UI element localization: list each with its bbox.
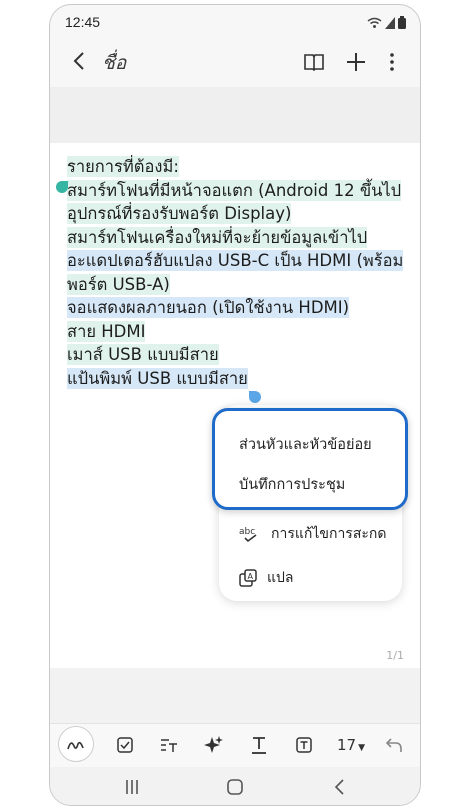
note-line: รายการที่ต้องมี:: [67, 156, 179, 177]
spell-check-icon: abc: [239, 527, 257, 543]
page-bottom-band: [50, 668, 420, 723]
note-line: สมาร์ทโฟนที่มีหน้าจอแตก (Android 12 ขึ้น…: [67, 179, 402, 201]
app-bar: ชื่อ: [50, 39, 420, 87]
undo-button[interactable]: [383, 734, 405, 756]
checkbox-icon: [117, 737, 133, 753]
note-line: สาย HDMI: [67, 320, 146, 342]
text-box-button[interactable]: [293, 734, 315, 756]
note-line: เมาส์ USB แบบมีสาย: [67, 344, 219, 365]
add-icon[interactable]: [344, 50, 368, 74]
text-box-icon: [296, 737, 312, 753]
popup-item-headings[interactable]: ส่วนหัวและหัวข้อย่อย: [239, 433, 372, 456]
signal-icon: [385, 16, 395, 29]
more-options-icon[interactable]: [380, 50, 404, 74]
menu-label: แปล: [267, 570, 294, 586]
page-indicator: 1/1: [386, 649, 404, 662]
text-format-button[interactable]: [248, 734, 270, 756]
menu-item-translate[interactable]: A แปล: [239, 567, 294, 589]
note-line: พอร์ต USB-A): [67, 273, 170, 295]
note-line: แป้นพิมพ์ USB แบบมีสาย: [67, 367, 248, 389]
note-line: อะแดปเตอร์ฮับแปลง USB-C เป็น HDMI (พร้อม: [67, 250, 404, 271]
undo-icon: [385, 738, 402, 752]
font-size-selector[interactable]: 17 ▼: [337, 736, 365, 754]
home-icon[interactable]: [225, 777, 245, 797]
svg-text:A: A: [248, 572, 254, 581]
pen-tool-button[interactable]: [58, 726, 94, 762]
sparkle-icon: [204, 736, 223, 753]
book-icon[interactable]: [302, 50, 326, 74]
pen-icon: [67, 741, 84, 750]
phone-frame: 12:45 ชื่อ รายการที่ต้องมี: สมาร์ทโฟนที่…: [49, 4, 421, 806]
svg-text:abc: abc: [239, 527, 255, 537]
wifi-icon: [367, 17, 382, 28]
selection-handle-start[interactable]: [56, 181, 68, 193]
back-nav-icon[interactable]: [330, 777, 350, 797]
status-time: 12:45: [65, 14, 101, 30]
header-band: [50, 87, 420, 143]
recent-apps-icon[interactable]: [122, 777, 142, 797]
back-icon[interactable]: [68, 49, 92, 73]
status-icons: [367, 16, 406, 29]
selection-handle-end[interactable]: [249, 391, 261, 403]
note-title[interactable]: ชื่อ: [102, 48, 126, 78]
translate-icon: A: [239, 569, 257, 587]
text-style-icon: [161, 739, 177, 752]
battery-icon: [398, 16, 406, 29]
ai-assist-button[interactable]: [203, 734, 225, 756]
popup-item-meeting-notes[interactable]: บันทึกการประชุม: [239, 473, 345, 496]
checkbox-tool-button[interactable]: [114, 734, 136, 756]
chevron-down-icon: ▼: [358, 743, 366, 753]
text-style-button[interactable]: [158, 734, 180, 756]
note-line: จอแสดงผลภายนอก (เปิดใช้งาน HDMI): [67, 297, 350, 318]
note-text[interactable]: รายการที่ต้องมี: สมาร์ทโฟนที่มีหน้าจอแตก…: [67, 155, 404, 390]
editing-toolbar: 17 ▼: [50, 723, 420, 768]
menu-label: การแก้ไขการสะกด: [271, 526, 387, 542]
template-popup: ส่วนหัวและหัวข้อย่อย บันทึกการประชุม: [212, 408, 408, 510]
system-nav-bar: [50, 767, 420, 805]
note-line: สมาร์ทโฟนเครื่องใหม่ที่จะย้ายข้อมูลเข้าไ…: [67, 226, 368, 248]
text-format-icon: [252, 737, 266, 754]
status-bar: 12:45: [50, 5, 420, 39]
menu-item-spell-check[interactable]: abc การแก้ไขการสะกด: [239, 523, 386, 545]
font-size-value: 17: [337, 736, 357, 754]
note-line: อุปกรณ์ที่รองรับพอร์ต Display): [67, 203, 292, 224]
